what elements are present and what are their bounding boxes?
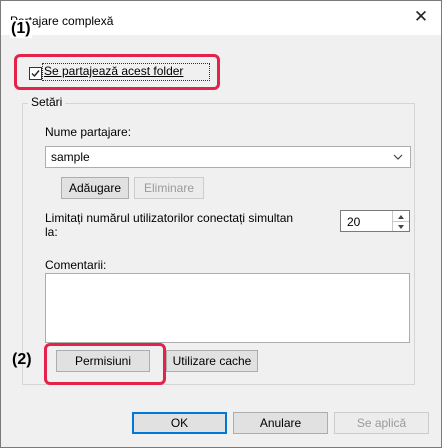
settings-group-label: Setări — [28, 95, 66, 109]
spinner-buttons — [392, 211, 409, 231]
limit-users-label-cont: la: — [45, 225, 58, 239]
permissions-button[interactable]: Permisiuni — [56, 350, 150, 372]
share-name-combobox[interactable]: sample — [45, 146, 411, 168]
limit-users-label: Limitați numărul utilizatorilor conectaț… — [45, 211, 294, 225]
spin-down-icon[interactable] — [393, 221, 409, 231]
close-icon[interactable]: ✕ — [405, 4, 437, 30]
comments-label: Comentarii: — [45, 258, 107, 272]
share-folder-checkbox[interactable] — [29, 67, 42, 80]
callout-1-label: (1) — [10, 20, 32, 38]
remove-button: Eliminare — [134, 177, 204, 199]
cancel-button[interactable]: Anulare — [233, 412, 328, 434]
add-button[interactable]: Adăugare — [61, 177, 129, 199]
caching-button[interactable]: Utilizare cache — [166, 350, 258, 372]
ok-button[interactable]: OK — [132, 412, 227, 434]
apply-button: Se aplică — [334, 412, 429, 434]
comments-textarea[interactable] — [45, 273, 410, 343]
share-name-value: sample — [51, 150, 90, 164]
check-icon — [31, 70, 40, 78]
callout-2-label: (2) — [12, 351, 32, 368]
share-name-label: Nume partajare: — [45, 125, 132, 139]
user-limit-spinner[interactable]: 20 — [340, 210, 410, 232]
focus-rectangle — [42, 63, 210, 81]
chevron-down-icon — [393, 154, 403, 160]
user-limit-value: 20 — [347, 215, 361, 229]
